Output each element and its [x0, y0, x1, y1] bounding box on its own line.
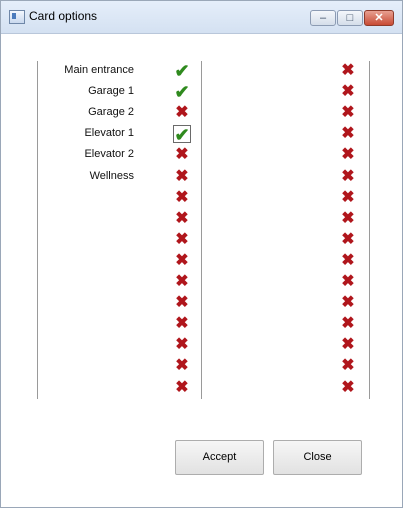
access-denied-x-icon[interactable]: ✖ — [339, 210, 357, 228]
room-label: Elevator 1 — [84, 127, 134, 139]
access-granted-check-icon[interactable]: ✔ — [173, 125, 191, 144]
access-denied-x-icon[interactable]: ✖ — [339, 357, 357, 375]
maximize-button[interactable]: □ — [337, 10, 363, 26]
access-denied-x-icon[interactable]: ✖ — [173, 336, 191, 354]
access-denied-x-icon[interactable]: ✖ — [339, 104, 357, 122]
access-denied-x-icon[interactable]: ✖ — [173, 315, 191, 333]
access-denied-x-icon[interactable]: ✖ — [173, 379, 191, 397]
room-label: Garage 1 — [88, 85, 134, 97]
access-denied-x-icon[interactable]: ✖ — [173, 231, 191, 249]
access-granted-check-icon[interactable]: ✔ — [173, 62, 191, 80]
access-denied-x-icon[interactable]: ✖ — [339, 168, 357, 186]
room-label: Wellness — [89, 170, 134, 182]
access-denied-x-icon[interactable]: ✖ — [173, 357, 191, 375]
close-window-button[interactable]: ✕ — [364, 10, 394, 26]
access-denied-x-icon[interactable]: ✖ — [339, 62, 357, 80]
access-denied-x-icon[interactable]: ✖ — [173, 104, 191, 122]
close-button[interactable]: Close — [273, 440, 362, 475]
access-denied-x-icon[interactable]: ✖ — [339, 379, 357, 397]
access-denied-x-icon[interactable]: ✖ — [173, 294, 191, 312]
access-denied-x-icon[interactable]: ✖ — [339, 252, 357, 270]
access-denied-x-icon[interactable]: ✖ — [339, 273, 357, 291]
title-bar[interactable]: Card options ‒ □ ✕ — [1, 1, 402, 34]
minimize-icon: ‒ — [319, 12, 327, 24]
access-denied-x-icon[interactable]: ✖ — [339, 83, 357, 101]
window-title: Card options — [29, 9, 98, 23]
access-denied-x-icon[interactable]: ✖ — [339, 189, 357, 207]
close-icon: ✕ — [374, 12, 384, 24]
access-denied-x-icon[interactable]: ✖ — [339, 125, 357, 143]
access-denied-x-icon[interactable]: ✖ — [173, 168, 191, 186]
room-label: Elevator 2 — [84, 148, 134, 160]
access-denied-x-icon[interactable]: ✖ — [339, 294, 357, 312]
access-granted-check-icon[interactable]: ✔ — [173, 83, 191, 101]
card-options-window: Card options ‒ □ ✕ Main entrance ✔ ✖ Garage… — [0, 0, 403, 508]
maximize-icon: □ — [346, 12, 354, 24]
room-label: Garage 2 — [88, 106, 134, 118]
room-label: Main entrance — [64, 64, 134, 76]
access-denied-x-icon[interactable]: ✖ — [339, 336, 357, 354]
access-denied-x-icon[interactable]: ✖ — [173, 146, 191, 164]
access-denied-x-icon[interactable]: ✖ — [339, 315, 357, 333]
access-denied-x-icon[interactable]: ✖ — [339, 146, 357, 164]
access-denied-x-icon[interactable]: ✖ — [173, 252, 191, 270]
app-window-icon — [9, 10, 25, 24]
access-denied-x-icon[interactable]: ✖ — [173, 210, 191, 228]
right-divider — [369, 61, 370, 399]
middle-divider — [201, 61, 202, 399]
accept-button[interactable]: Accept — [175, 440, 264, 475]
minimize-button[interactable]: ‒ — [310, 10, 336, 26]
access-denied-x-icon[interactable]: ✖ — [173, 189, 191, 207]
access-denied-x-icon[interactable]: ✖ — [173, 273, 191, 291]
access-denied-x-icon[interactable]: ✖ — [339, 231, 357, 249]
